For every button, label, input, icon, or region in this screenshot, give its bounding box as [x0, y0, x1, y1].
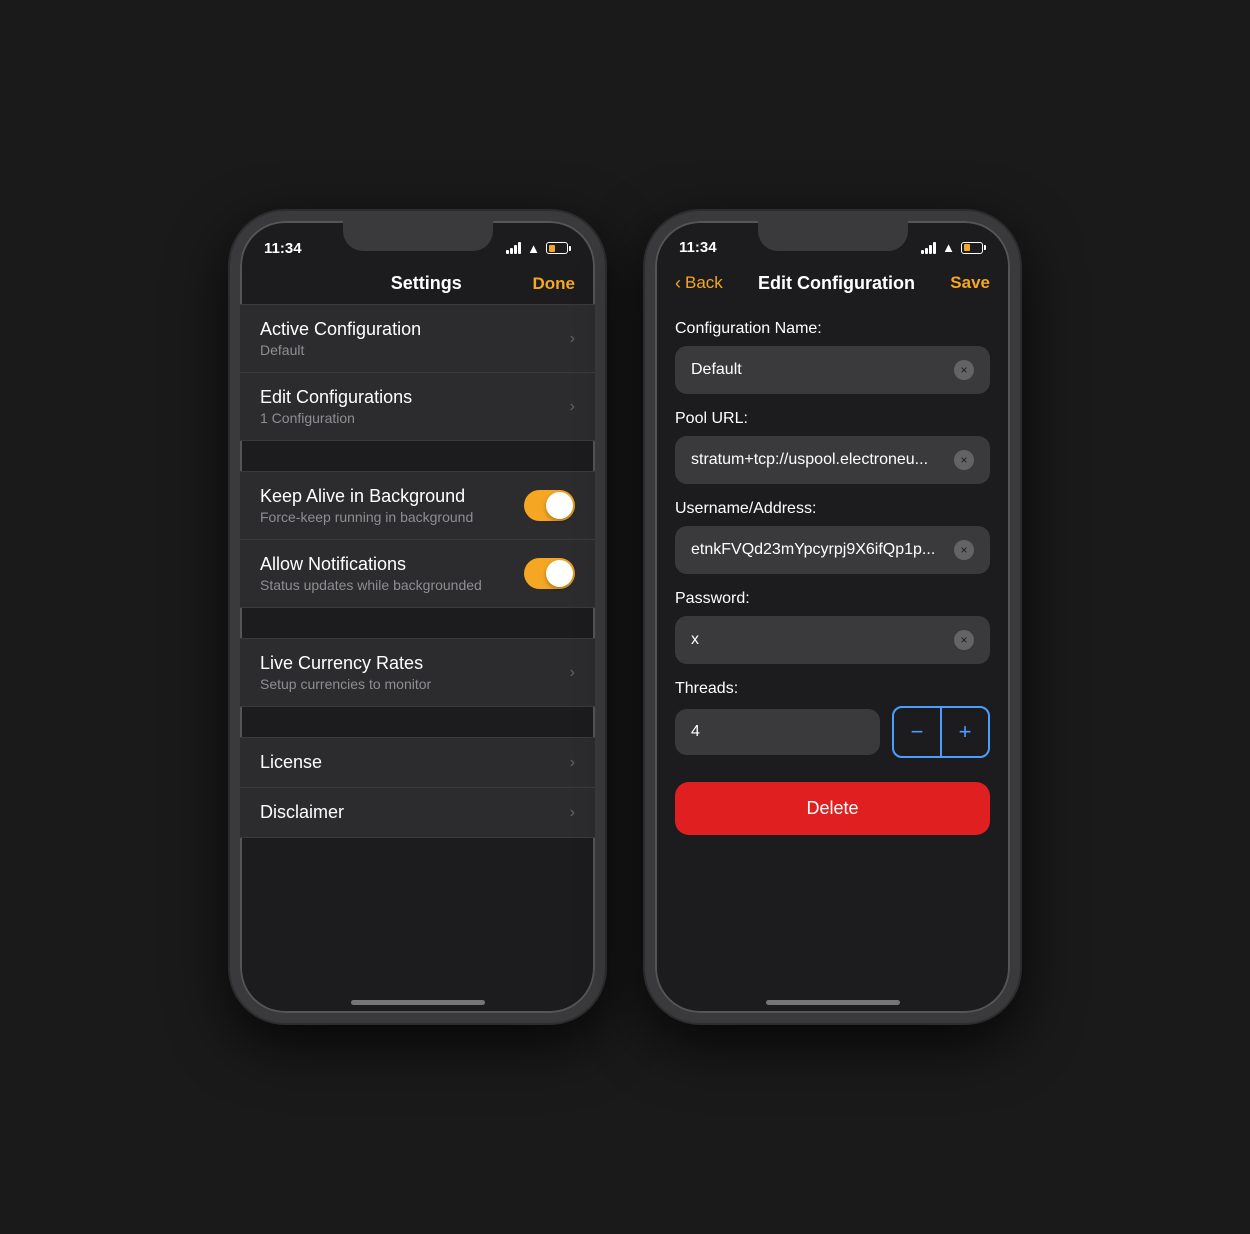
threads-row: 4 − + — [675, 706, 990, 758]
password-input[interactable]: x × — [675, 616, 990, 664]
toggle-knob — [546, 492, 573, 519]
item-text: Edit Configurations 1 Configuration — [260, 387, 570, 426]
item-subtitle: Default — [260, 342, 570, 358]
item-title: License — [260, 752, 570, 773]
chevron-right-icon: › — [570, 398, 575, 416]
config-name-label: Configuration Name: — [675, 320, 990, 338]
notch — [758, 221, 908, 251]
nav-bar: ‹ Back Edit Configuration Save — [655, 265, 1010, 304]
item-title: Disclaimer — [260, 802, 570, 823]
username-value: etnkFVQd23mYpcyrpj9X6ifQp1p... — [691, 541, 954, 559]
item-text: License — [260, 752, 570, 773]
signal-icon — [921, 242, 936, 254]
decrement-button[interactable]: − — [894, 708, 940, 756]
username-label: Username/Address: — [675, 500, 990, 518]
threads-label: Threads: — [675, 680, 990, 698]
item-text: Live Currency Rates Setup currencies to … — [260, 653, 570, 692]
item-title: Edit Configurations — [260, 387, 570, 408]
pool-url-label: Pool URL: — [675, 410, 990, 428]
settings-list: Active Configuration Default › Edit Conf… — [240, 304, 595, 1013]
item-subtitle: Status updates while backgrounded — [260, 577, 524, 593]
item-title: Keep Alive in Background — [260, 486, 524, 507]
edit-form: Configuration Name: Default × Pool URL: … — [655, 304, 1010, 1013]
threads-stepper: − + — [892, 706, 990, 758]
status-icons: ▲ — [921, 240, 986, 255]
chevron-right-icon: › — [570, 754, 575, 772]
live-currency-item[interactable]: Live Currency Rates Setup currencies to … — [240, 638, 595, 707]
item-subtitle: 1 Configuration — [260, 410, 570, 426]
spacer — [240, 441, 595, 471]
settings-group-config: Active Configuration Default › Edit Conf… — [240, 304, 595, 441]
chevron-left-icon: ‹ — [675, 273, 681, 294]
username-clear[interactable]: × — [954, 540, 974, 560]
spacer — [240, 608, 595, 638]
pool-url-clear[interactable]: × — [954, 450, 974, 470]
wifi-icon: ▲ — [942, 240, 955, 255]
config-name-clear[interactable]: × — [954, 360, 974, 380]
item-text: Disclaimer — [260, 802, 570, 823]
username-input[interactable]: etnkFVQd23mYpcyrpj9X6ifQp1p... × — [675, 526, 990, 574]
item-text: Keep Alive in Background Force-keep runn… — [260, 486, 524, 525]
settings-group-currency: Live Currency Rates Setup currencies to … — [240, 638, 595, 707]
page-title: Edit Configuration — [758, 273, 915, 294]
password-value: x — [691, 631, 954, 649]
wifi-icon: ▲ — [527, 241, 540, 256]
increment-button[interactable]: + — [942, 708, 988, 756]
active-configuration-item[interactable]: Active Configuration Default › — [240, 304, 595, 373]
item-text: Allow Notifications Status updates while… — [260, 554, 524, 593]
chevron-right-icon: › — [570, 664, 575, 682]
page-title: Settings — [391, 273, 462, 294]
item-title: Allow Notifications — [260, 554, 524, 575]
chevron-right-icon: › — [570, 330, 575, 348]
password-label: Password: — [675, 590, 990, 608]
phone-edit-config: 11:34 ▲ ‹ Back Edit Configuration — [645, 211, 1020, 1023]
notch — [343, 221, 493, 251]
spacer — [240, 707, 595, 737]
done-button[interactable]: Done — [532, 274, 575, 294]
item-subtitle: Setup currencies to monitor — [260, 676, 570, 692]
home-indicator — [766, 1000, 900, 1005]
back-button[interactable]: ‹ Back — [675, 273, 723, 294]
keep-alive-item: Keep Alive in Background Force-keep runn… — [240, 471, 595, 540]
signal-icon — [506, 242, 521, 254]
pool-url-input[interactable]: stratum+tcp://uspool.electroneu... × — [675, 436, 990, 484]
item-title: Live Currency Rates — [260, 653, 570, 674]
password-clear[interactable]: × — [954, 630, 974, 650]
save-button[interactable]: Save — [950, 273, 990, 293]
threads-input[interactable]: 4 — [675, 709, 880, 755]
battery-icon — [546, 242, 571, 254]
edit-configurations-item[interactable]: Edit Configurations 1 Configuration › — [240, 373, 595, 441]
keep-alive-toggle[interactable] — [524, 490, 575, 521]
settings-group-legal: License › Disclaimer › — [240, 737, 595, 838]
delete-button[interactable]: Delete — [675, 782, 990, 835]
back-label: Back — [685, 273, 723, 293]
config-name-input[interactable]: Default × — [675, 346, 990, 394]
chevron-right-icon: › — [570, 804, 575, 822]
time: 11:34 — [264, 240, 302, 257]
settings-group-background: Keep Alive in Background Force-keep runn… — [240, 471, 595, 608]
threads-value: 4 — [691, 723, 700, 740]
item-subtitle: Force-keep running in background — [260, 509, 524, 525]
toggle-knob — [546, 560, 573, 587]
item-text: Active Configuration Default — [260, 319, 570, 358]
item-title: Active Configuration — [260, 319, 570, 340]
pool-url-value: stratum+tcp://uspool.electroneu... — [691, 451, 954, 469]
license-item[interactable]: License › — [240, 737, 595, 788]
status-icons: ▲ — [506, 241, 571, 256]
time: 11:34 — [679, 239, 717, 256]
phone-settings: 11:34 ▲ Settings Done — [230, 211, 605, 1023]
disclaimer-item[interactable]: Disclaimer › — [240, 788, 595, 838]
battery-icon — [961, 242, 986, 254]
notifications-toggle[interactable] — [524, 558, 575, 589]
config-name-value: Default — [691, 361, 954, 379]
nav-bar: Settings Done — [240, 265, 595, 304]
home-indicator — [351, 1000, 485, 1005]
allow-notifications-item: Allow Notifications Status updates while… — [240, 540, 595, 608]
